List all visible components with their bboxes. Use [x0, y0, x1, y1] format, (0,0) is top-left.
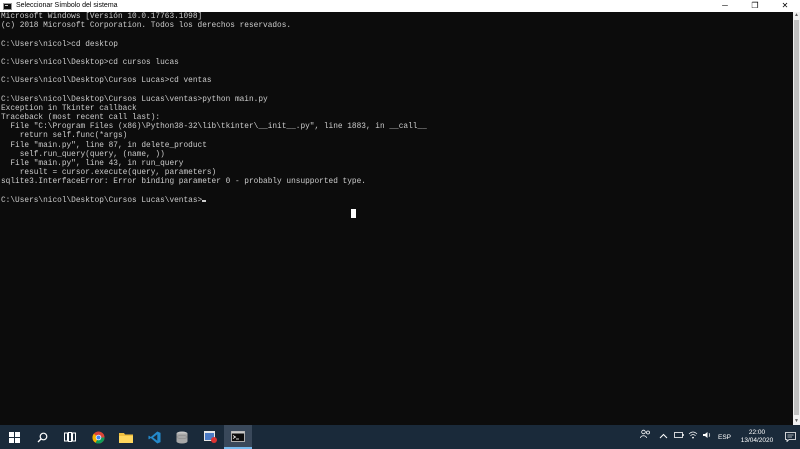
window-title: Seleccionar Símbolo del sistema: [16, 2, 118, 9]
clock[interactable]: 22:00 13/04/2020: [738, 429, 776, 445]
text-caret: [202, 199, 207, 202]
clock-time: 22:00: [748, 429, 766, 436]
console-line: self.run_query(query, (name, )): [1, 150, 165, 159]
vscode-icon: [147, 430, 161, 444]
console-line: Microsoft Windows [Versión 10.0.17763.10…: [1, 13, 203, 21]
file-explorer-button[interactable]: [112, 425, 140, 449]
chrome-icon: [91, 430, 105, 444]
start-button[interactable]: [0, 425, 28, 449]
console-line: Exception in Tkinter callback: [1, 104, 137, 113]
console-line: C:\Users\nicol\Desktop\Cursos Lucas\vent…: [1, 95, 268, 104]
file-explorer-icon: [119, 432, 133, 443]
console-line: File "main.py", line 43, in run_query: [1, 160, 184, 168]
maximize-button[interactable]: ❐: [740, 0, 770, 12]
taskbar: ESP 22:00 13/04/2020: [0, 425, 800, 449]
battery-icon[interactable]: [674, 425, 684, 449]
terminal-button[interactable]: [224, 425, 252, 449]
cmd-icon: [3, 2, 12, 10]
console-line: (c) 2018 Microsoft Corporation. Todos lo…: [1, 22, 292, 31]
console-line: File "C:\Program Files (x86)\Python38-32…: [1, 123, 427, 132]
console-line: result = cursor.execute(query, parameter…: [1, 169, 217, 178]
system-tray: ESP 22:00 13/04/2020: [636, 425, 800, 449]
terminal-icon: [231, 430, 245, 442]
minimize-button[interactable]: ─: [710, 0, 740, 12]
vertical-scrollbar[interactable]: ▲ ▼: [793, 12, 800, 425]
people-icon[interactable]: [640, 425, 651, 449]
console-line: C:\Users\nicol\Desktop\Cursos Lucas>cd v…: [1, 77, 212, 86]
mouse-ibeam-cursor: [351, 209, 356, 218]
chevron-up-icon[interactable]: [659, 425, 668, 449]
app-icon: [203, 431, 217, 443]
window-controls: ─ ❐ ✕: [710, 0, 800, 12]
scroll-up-icon[interactable]: ▲: [793, 12, 800, 19]
chrome-button[interactable]: [84, 425, 112, 449]
title-bar[interactable]: Seleccionar Símbolo del sistema ─ ❐ ✕: [0, 0, 800, 12]
console-line: C:\Users\nicol>cd desktop: [1, 40, 118, 49]
console-output[interactable]: Microsoft Windows [Versión 10.0.17763.10…: [0, 12, 793, 425]
search-icon: [37, 432, 47, 442]
windows-start-icon: [8, 431, 20, 443]
search-button[interactable]: [28, 425, 56, 449]
database-icon: [176, 431, 188, 443]
close-button[interactable]: ✕: [770, 0, 800, 12]
language-indicator[interactable]: ESP: [718, 434, 731, 441]
console-line: C:\Users\nicol\Desktop>cd cursos lucas: [1, 58, 179, 67]
console-line: Traceback (most recent call last):: [1, 114, 161, 123]
database-app-button[interactable]: [168, 425, 196, 449]
task-view-icon: [64, 432, 76, 442]
console-prompt-line[interactable]: C:\Users\nicol\Desktop\Cursos Lucas\vent…: [1, 197, 793, 206]
wifi-icon[interactable]: [688, 425, 698, 449]
action-center-button[interactable]: [780, 425, 800, 449]
app-button[interactable]: [196, 425, 224, 449]
console-line: File "main.py", line 87, in delete_produ…: [1, 141, 207, 150]
clock-date: 13/04/2020: [740, 437, 774, 444]
task-view-button[interactable]: [56, 425, 84, 449]
console-prompt: C:\Users\nicol\Desktop\Cursos Lucas\vent…: [1, 196, 203, 205]
console-line: return self.func(*args): [1, 132, 128, 141]
vscode-button[interactable]: [140, 425, 168, 449]
notification-icon: [784, 432, 796, 442]
console-line: sqlite3.InterfaceError: Error binding pa…: [1, 178, 366, 187]
scroll-down-icon[interactable]: ▼: [793, 418, 800, 425]
volume-icon[interactable]: [702, 425, 712, 449]
scrollbar-thumb[interactable]: [794, 20, 799, 415]
